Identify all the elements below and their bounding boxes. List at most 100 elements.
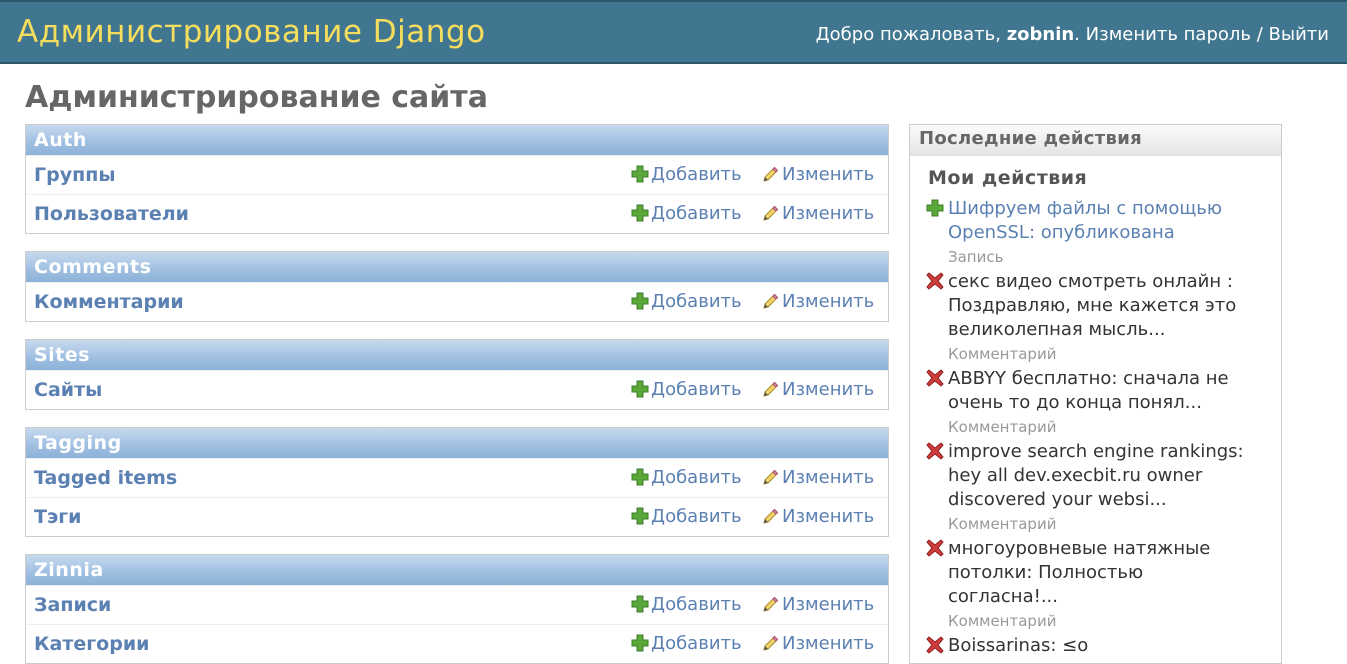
add-plus-icon: [631, 468, 649, 486]
add-plus-icon: [631, 204, 649, 222]
change-link[interactable]: Изменить: [762, 633, 874, 654]
app-module-comments: Comments Комментарии Добавить Изменить: [25, 251, 889, 322]
app-module-zinnia: Zinnia Записи Добавить Изменить Категории Доб…: [25, 554, 889, 664]
delete-x-icon: [926, 369, 944, 387]
delete-x-icon: [926, 272, 944, 290]
action-text-line: Поздравляю, мне кажется это: [948, 295, 1237, 316]
change-label: Изменить: [782, 203, 875, 224]
change-password-link[interactable]: Изменить пароль: [1086, 24, 1251, 45]
change-label: Изменить: [782, 633, 875, 654]
add-link[interactable]: Добавить: [631, 467, 742, 488]
add-plus-icon: [631, 292, 649, 310]
add-label: Добавить: [651, 633, 742, 654]
add-link[interactable]: Добавить: [631, 594, 742, 615]
action-item: improve search engine rankings: hey all d…: [926, 440, 1266, 536]
pencil-icon: [763, 205, 779, 221]
action-text-line: потолки: Полностью: [948, 562, 1144, 583]
module-caption[interactable]: Auth: [26, 125, 888, 155]
change-label: Изменить: [782, 379, 875, 400]
action-item: многоуровневые натяжные потолки: Полность…: [926, 537, 1266, 633]
action-item: секс видео смотреть онлайн : Поздравляю, …: [926, 270, 1266, 366]
pencil-icon: [763, 469, 779, 485]
action-content-type: Комментарий: [948, 612, 1057, 630]
model-row: Сайты Добавить Изменить: [26, 370, 888, 409]
model-row: Группы Добавить Изменить: [26, 155, 888, 194]
page-title: Администрирование сайта: [25, 80, 488, 115]
welcome-text: Добро пожаловать,: [815, 24, 1001, 45]
add-plus-icon: [631, 380, 649, 398]
user-tools: Добро пожаловать, zobnin. Изменить парол…: [815, 24, 1329, 45]
delete-x-icon: [926, 636, 944, 654]
action-text-line: секс видео смотреть онлайн :: [948, 271, 1233, 292]
model-row: Tagged items Добавить Изменить: [26, 458, 888, 497]
add-label: Добавить: [651, 164, 742, 185]
action-item: Шифруем файлы с помощью OpenSSL: опублико…: [926, 197, 1266, 269]
model-row: Категории Добавить Изменить: [26, 624, 888, 663]
model-link[interactable]: Комментарии: [34, 291, 184, 313]
model-link[interactable]: Категории: [34, 633, 149, 655]
site-branding[interactable]: Администрирование Django: [17, 14, 486, 50]
pencil-icon: [763, 596, 779, 612]
action-text-line[interactable]: OpenSSL: опубликована: [948, 221, 1266, 245]
model-link[interactable]: Пользователи: [34, 203, 189, 225]
model-link[interactable]: Записи: [34, 594, 111, 616]
module-caption[interactable]: Sites: [26, 340, 888, 370]
action-text-line: очень то до конца понял...: [948, 392, 1202, 413]
model-row: Записи Добавить Изменить: [26, 585, 888, 624]
change-link[interactable]: Изменить: [762, 203, 874, 224]
add-link[interactable]: Добавить: [631, 506, 742, 527]
pencil-icon: [763, 166, 779, 182]
model-link[interactable]: Тэги: [34, 506, 81, 528]
pencil-icon: [763, 293, 779, 309]
add-link[interactable]: Добавить: [631, 291, 742, 312]
username: zobnin: [1006, 24, 1075, 45]
add-link[interactable]: Добавить: [631, 203, 742, 224]
add-plus-icon: [926, 199, 944, 217]
action-text-line: discovered your websi...: [948, 489, 1167, 510]
model-link[interactable]: Tagged items: [34, 467, 177, 489]
model-link[interactable]: Сайты: [34, 379, 102, 401]
action-content-type: Комментарий: [948, 515, 1057, 533]
action-content-type: Комментарий: [948, 418, 1057, 436]
pencil-icon: [763, 635, 779, 651]
module-caption[interactable]: Tagging: [26, 428, 888, 458]
action-text-line: hey all dev.execbit.ru owner: [948, 465, 1203, 486]
app-module-auth: Auth Группы Добавить Изменить Пользователи До…: [25, 124, 889, 234]
add-link[interactable]: Добавить: [631, 633, 742, 654]
change-label: Изменить: [782, 594, 875, 615]
change-link[interactable]: Изменить: [762, 379, 874, 400]
change-link[interactable]: Изменить: [762, 594, 874, 615]
logout-link[interactable]: Выйти: [1269, 24, 1329, 45]
module-caption[interactable]: Comments: [26, 252, 888, 282]
add-label: Добавить: [651, 467, 742, 488]
add-label: Добавить: [651, 594, 742, 615]
change-label: Изменить: [782, 291, 875, 312]
change-link[interactable]: Изменить: [762, 506, 874, 527]
change-label: Изменить: [782, 506, 875, 527]
add-link[interactable]: Добавить: [631, 379, 742, 400]
add-label: Добавить: [651, 506, 742, 527]
add-link[interactable]: Добавить: [631, 164, 742, 185]
action-text-line: согласна!...: [948, 586, 1058, 607]
add-plus-icon: [631, 507, 649, 525]
separator: /: [1256, 24, 1263, 45]
action-text-line: многоуровневые натяжные: [948, 538, 1211, 559]
add-label: Добавить: [651, 291, 742, 312]
recent-actions-caption: Последние действия: [910, 125, 1281, 156]
change-link[interactable]: Изменить: [762, 291, 874, 312]
app-module-sites: Sites Сайты Добавить Изменить: [25, 339, 889, 410]
add-plus-icon: [631, 595, 649, 613]
action-content-type: Комментарий: [948, 345, 1057, 363]
delete-x-icon: [926, 442, 944, 460]
action-text-line: Boissarinas: ≤o: [948, 635, 1089, 656]
model-row: Пользователи Добавить Изменить: [26, 194, 888, 233]
change-link[interactable]: Изменить: [762, 164, 874, 185]
action-text-line[interactable]: Шифруем файлы с помощью: [948, 197, 1266, 221]
change-label: Изменить: [782, 164, 875, 185]
change-link[interactable]: Изменить: [762, 467, 874, 488]
model-link[interactable]: Группы: [34, 164, 116, 186]
action-text-line: ABBYY бесплатно: сначала не: [948, 368, 1229, 389]
module-caption[interactable]: Zinnia: [26, 555, 888, 585]
add-label: Добавить: [651, 203, 742, 224]
recent-actions-module: Последние действия Мои действия Шифруем …: [909, 124, 1282, 664]
